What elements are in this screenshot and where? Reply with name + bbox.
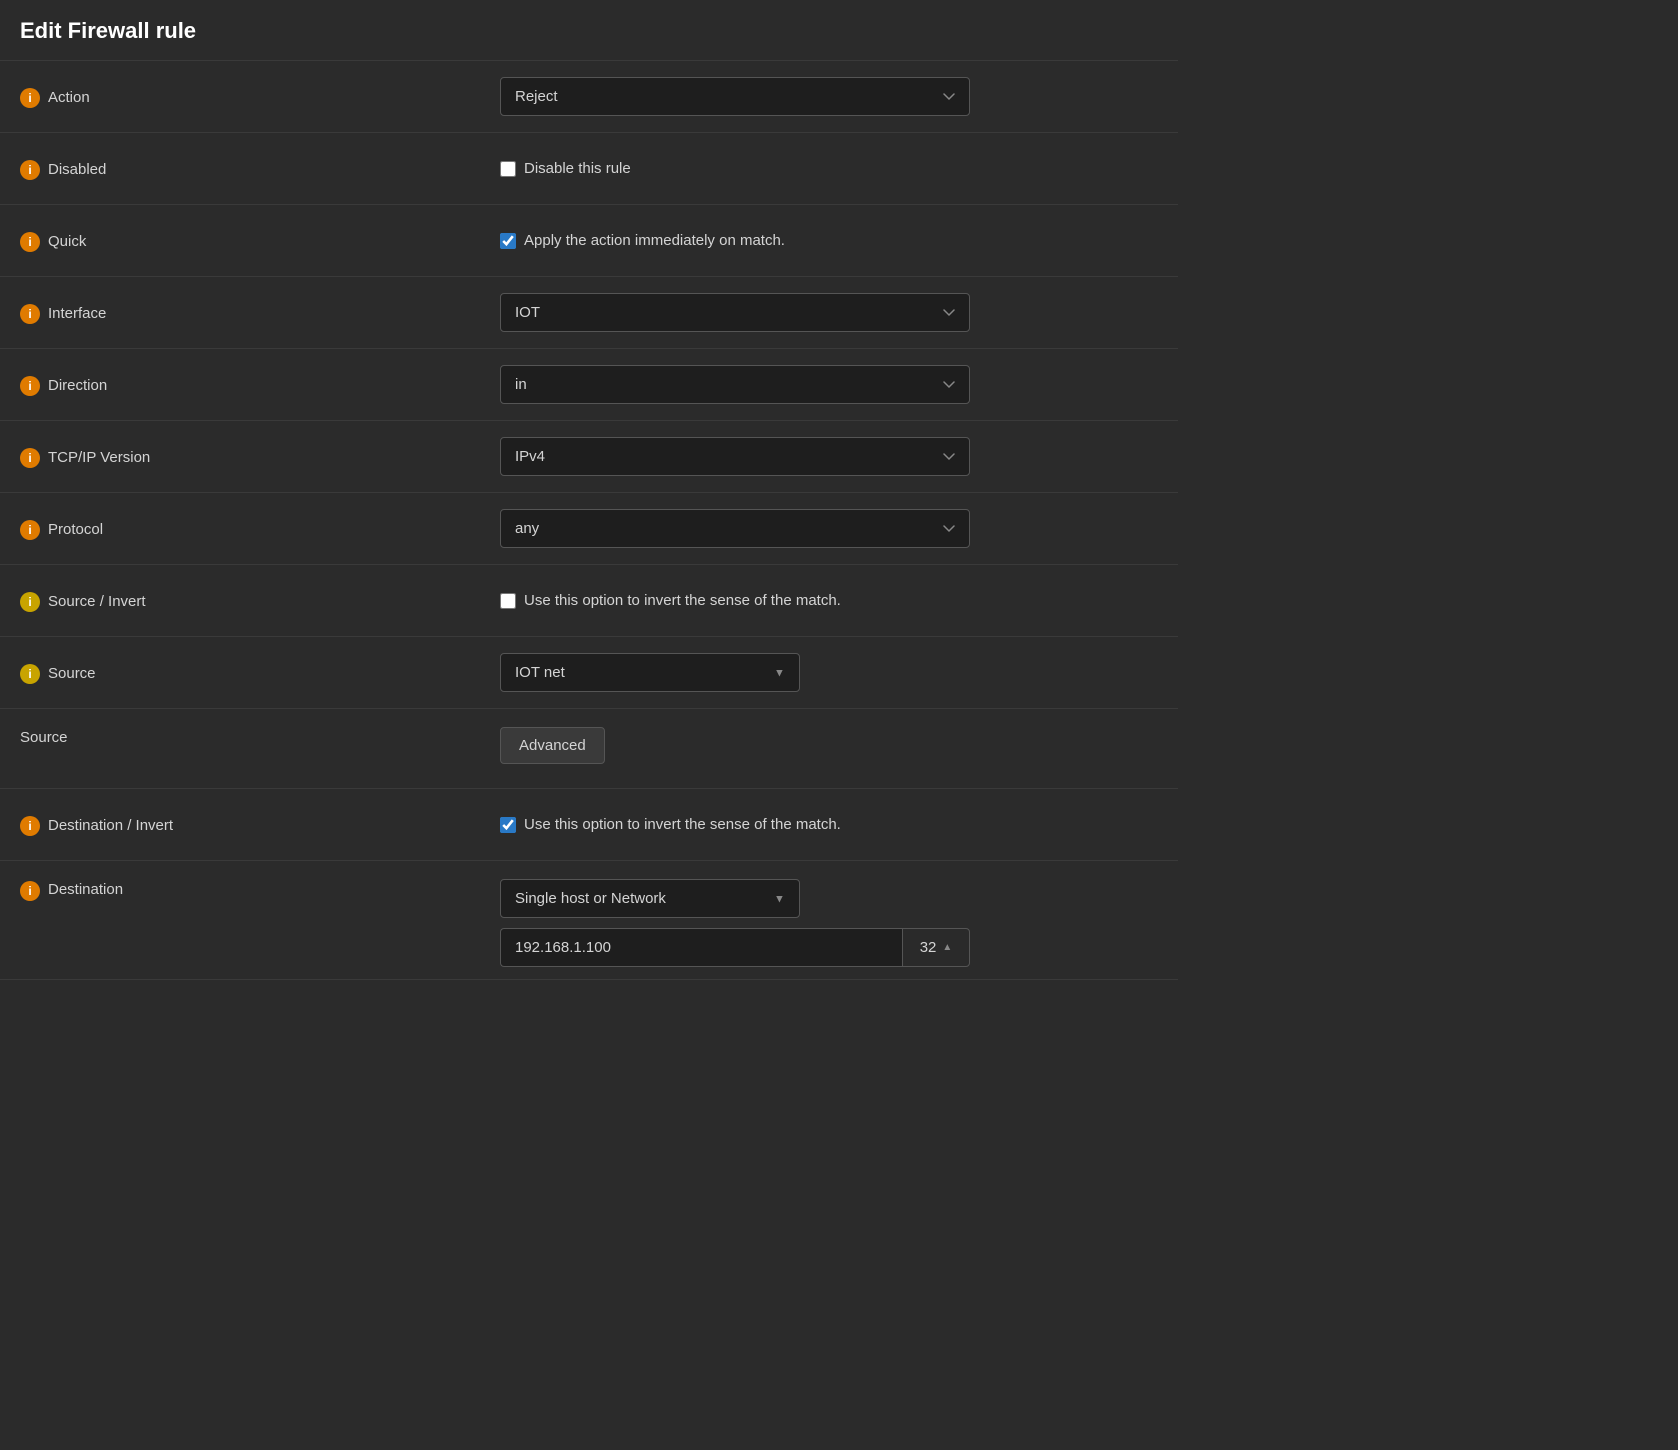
form-container: i Action Reject Pass Block i Disabled Di… <box>0 61 1178 980</box>
interface-info-icon: i <box>20 304 40 324</box>
tcpip-select-wrapper: IPv4 IPv6 IPv4+IPv6 <box>500 437 970 476</box>
dest-invert-checkbox-text: Use this option to invert the sense of t… <box>524 816 841 833</box>
source-control: IOT net ▲ <box>500 653 1158 692</box>
source-invert-info-icon: i <box>20 592 40 612</box>
tcpip-label: TCP/IP Version <box>48 449 150 466</box>
source-invert-checkbox-text: Use this option to invert the sense of t… <box>524 592 841 609</box>
source-advanced-control: Advanced <box>500 727 605 764</box>
source-advanced-label: Source <box>20 727 500 746</box>
interface-select-wrapper: IOT LAN WAN <box>500 293 970 332</box>
quick-control: Apply the action immediately on match. <box>500 232 1158 249</box>
tcpip-info-icon: i <box>20 448 40 468</box>
destination-ip-row: 32 ▲ <box>500 928 970 967</box>
protocol-select[interactable]: any TCP UDP TCP/UDP ICMP <box>500 509 970 548</box>
dest-invert-checkbox[interactable] <box>500 817 516 833</box>
dest-invert-label: Destination / Invert <box>48 817 173 834</box>
destination-select-btn[interactable]: Single host or Network ▲ <box>500 879 800 918</box>
dest-invert-checkbox-label[interactable]: Use this option to invert the sense of t… <box>500 816 1158 833</box>
source-invert-label: Source / Invert <box>48 593 146 610</box>
source-select-btn[interactable]: IOT net ▲ <box>500 653 800 692</box>
quick-checkbox[interactable] <box>500 233 516 249</box>
protocol-select-wrapper: any TCP UDP TCP/UDP ICMP <box>500 509 970 548</box>
dest-invert-label-col: i Destination / Invert <box>20 814 500 836</box>
disabled-checkbox-text: Disable this rule <box>524 160 631 177</box>
source-invert-checkbox[interactable] <box>500 593 516 609</box>
protocol-control: any TCP UDP TCP/UDP ICMP <box>500 509 1158 548</box>
source-row: i Source IOT net ▲ <box>0 637 1178 709</box>
action-select[interactable]: Reject Pass Block <box>500 77 970 116</box>
disabled-row: i Disabled Disable this rule <box>0 133 1178 205</box>
chevron-up-icon: ▲ <box>774 667 785 679</box>
tcpip-control: IPv4 IPv6 IPv4+IPv6 <box>500 437 1158 476</box>
protocol-row: i Protocol any TCP UDP TCP/UDP ICMP <box>0 493 1178 565</box>
destination-label: Destination <box>48 881 123 898</box>
destination-label-col: i Destination <box>20 879 500 901</box>
quick-checkbox-text: Apply the action immediately on match. <box>524 232 785 249</box>
action-row: i Action Reject Pass Block <box>0 61 1178 133</box>
quick-info-icon: i <box>20 232 40 252</box>
destination-info-icon: i <box>20 881 40 901</box>
quick-label: Quick <box>48 233 86 250</box>
source-invert-label-col: i Source / Invert <box>20 590 500 612</box>
direction-row: i Direction in out <box>0 349 1178 421</box>
direction-label: Direction <box>48 377 107 394</box>
action-info-icon: i <box>20 88 40 108</box>
cidr-value: 32 <box>920 939 937 956</box>
destination-select-wrapper: Single host or Network ▲ <box>500 879 800 918</box>
page-title: Edit Firewall rule <box>0 0 1178 61</box>
action-label-col: i Action <box>20 86 500 108</box>
direction-select-wrapper: in out <box>500 365 970 404</box>
direction-info-icon: i <box>20 376 40 396</box>
source-invert-row: i Source / Invert Use this option to inv… <box>0 565 1178 637</box>
dest-invert-control: Use this option to invert the sense of t… <box>500 816 1158 833</box>
chevron-up-icon-dest: ▲ <box>774 893 785 905</box>
protocol-label-col: i Protocol <box>20 518 500 540</box>
source-select-value: IOT net <box>515 664 565 681</box>
protocol-info-icon: i <box>20 520 40 540</box>
interface-control: IOT LAN WAN <box>500 293 1158 332</box>
disabled-label: Disabled <box>48 161 106 178</box>
interface-label-col: i Interface <box>20 302 500 324</box>
destination-row: i Destination Single host or Network ▲ 3… <box>0 861 1178 980</box>
tcpip-select[interactable]: IPv4 IPv6 IPv4+IPv6 <box>500 437 970 476</box>
action-control: Reject Pass Block <box>500 77 1158 116</box>
action-label: Action <box>48 89 90 106</box>
interface-row: i Interface IOT LAN WAN <box>0 277 1178 349</box>
protocol-label: Protocol <box>48 521 103 538</box>
quick-label-col: i Quick <box>20 230 500 252</box>
cidr-button[interactable]: 32 ▲ <box>902 928 970 967</box>
quick-row: i Quick Apply the action immediately on … <box>0 205 1178 277</box>
tcpip-row: i TCP/IP Version IPv4 IPv6 IPv4+IPv6 <box>0 421 1178 493</box>
direction-select[interactable]: in out <box>500 365 970 404</box>
direction-control: in out <box>500 365 1158 404</box>
tcpip-label-col: i TCP/IP Version <box>20 446 500 468</box>
destination-control: Single host or Network ▲ 32 ▲ <box>500 879 1158 967</box>
disabled-info-icon: i <box>20 160 40 180</box>
dest-invert-row: i Destination / Invert Use this option t… <box>0 789 1178 861</box>
destination-select-value: Single host or Network <box>515 890 666 907</box>
disabled-checkbox[interactable] <box>500 161 516 177</box>
source-info-icon: i <box>20 664 40 684</box>
interface-label: Interface <box>48 305 106 322</box>
direction-label-col: i Direction <box>20 374 500 396</box>
quick-checkbox-label[interactable]: Apply the action immediately on match. <box>500 232 1158 249</box>
source-select-wrapper: IOT net ▲ <box>500 653 800 692</box>
interface-select[interactable]: IOT LAN WAN <box>500 293 970 332</box>
disabled-checkbox-label[interactable]: Disable this rule <box>500 160 1158 177</box>
destination-ip-input[interactable] <box>500 928 902 967</box>
source-advanced-row: Source Advanced <box>0 709 1178 789</box>
source-advanced-button[interactable]: Advanced <box>500 727 605 764</box>
source-invert-checkbox-label[interactable]: Use this option to invert the sense of t… <box>500 592 1158 609</box>
source-label-col: i Source <box>20 662 500 684</box>
dest-invert-info-icon: i <box>20 816 40 836</box>
chevron-up-cidr-icon: ▲ <box>942 942 952 953</box>
disabled-label-col: i Disabled <box>20 158 500 180</box>
action-select-wrapper: Reject Pass Block <box>500 77 970 116</box>
source-label: Source <box>48 665 96 682</box>
disabled-control: Disable this rule <box>500 160 1158 177</box>
source-invert-control: Use this option to invert the sense of t… <box>500 592 1158 609</box>
